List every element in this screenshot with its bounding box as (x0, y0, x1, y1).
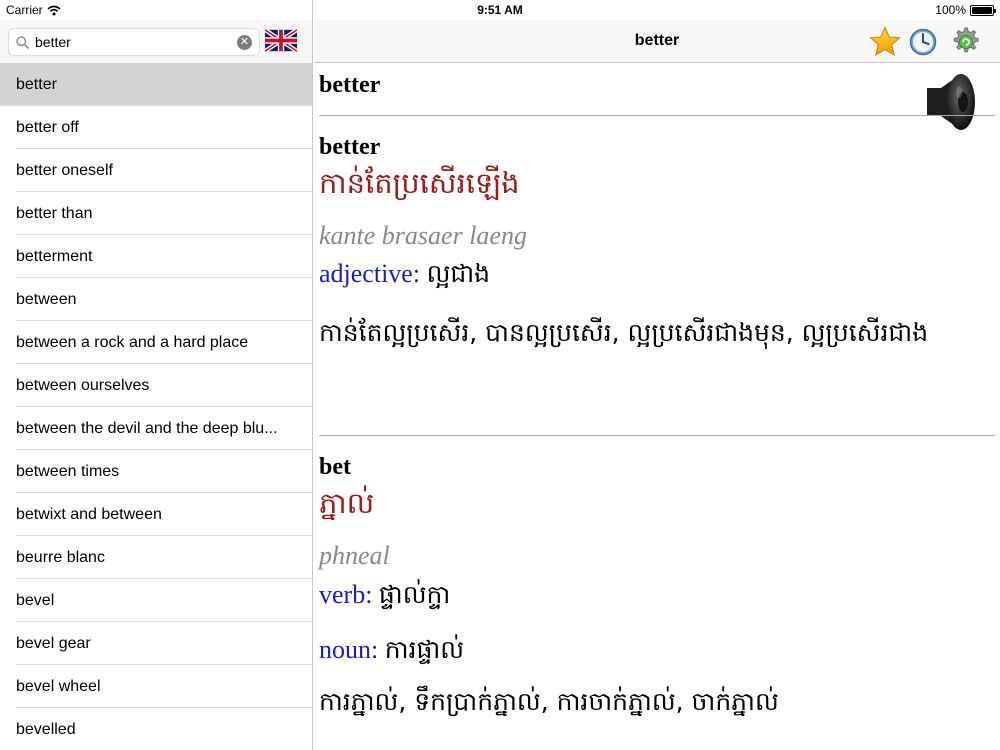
word-list-item[interactable]: beurre blanc (0, 536, 312, 579)
star-icon[interactable] (869, 26, 901, 58)
khmer-translation: ភ្នាល់ (319, 486, 375, 520)
word-list-item[interactable]: bevelled (0, 708, 312, 750)
battery-icon (970, 4, 996, 16)
speaker-icon[interactable] (921, 70, 979, 134)
navigation-bar: better (314, 20, 1000, 63)
status-bar: Carrier 9:51 AM 100% (0, 0, 1000, 20)
definition-view: better better កាន់តែប្រសើរឡើង kante bras… (319, 64, 995, 750)
search-field[interactable]: ✕ (8, 28, 260, 56)
sense-row: noun: ការផ្ទាល់ (319, 635, 464, 671)
status-time: 9:51 AM (477, 3, 523, 17)
sense-text: ការផ្ទាល់ (384, 635, 465, 664)
word-list-item[interactable]: bevel (0, 579, 312, 622)
word-list-item[interactable]: bevel wheel (0, 665, 312, 708)
word-list-item[interactable]: better than (0, 192, 312, 235)
synonyms: ការភ្នាល់, ទឹកប្រាក់ភ្នាល់, ការចាក់ភ្នាល… (319, 687, 779, 716)
uk-flag-icon[interactable] (265, 28, 297, 53)
khmer-translation: កាន់តែប្រសើរឡើង (319, 166, 520, 200)
part-of-speech: verb: (319, 580, 373, 609)
word-list-item[interactable]: between the devil and the deep blu... (0, 407, 312, 450)
part-of-speech: noun: (319, 635, 379, 664)
sense-text: ល្អជាង (426, 259, 491, 288)
history-clock-icon[interactable] (909, 28, 937, 56)
word-list-item[interactable]: better (0, 63, 312, 106)
word-list-item[interactable]: between times (0, 450, 312, 493)
definition-word: better (319, 134, 381, 160)
word-list-item[interactable]: better off (0, 106, 312, 149)
divider (319, 115, 995, 116)
divider (319, 435, 995, 436)
magnifier-icon (16, 36, 29, 49)
synonyms: កាន់តែល្អប្រសើរ, បានល្អប្រសើរ, ល្អប្រសើរ… (319, 318, 929, 347)
sense-text: ផ្ទាល់ក្ទា (378, 580, 451, 609)
entry-heading: better (319, 72, 381, 98)
sense-row: adjective: ល្អជាង (319, 259, 490, 295)
word-list-item[interactable]: between ourselves (0, 364, 312, 407)
transliteration: kante brasaer laeng (319, 221, 527, 250)
word-list-item[interactable]: betwixt and between (0, 493, 312, 536)
definition-word: bet (319, 454, 351, 480)
search-input[interactable] (35, 32, 235, 52)
battery-percent: 100% (935, 3, 966, 17)
settings-gear-icon[interactable] (948, 25, 982, 59)
word-list-item[interactable]: between (0, 278, 312, 321)
sense-row: verb: ផ្ទាល់ក្ទា (319, 580, 450, 616)
word-list-pane: ✕ betterbetter offbetter oneselfbetter t… (0, 0, 313, 750)
word-list-item[interactable]: better oneself (0, 149, 312, 192)
part-of-speech: adjective: (319, 259, 421, 288)
clear-icon[interactable]: ✕ (237, 35, 252, 50)
word-list-item[interactable]: between a rock and a hard place (0, 321, 312, 364)
word-list: better better off better oneself better tha… (0, 63, 312, 750)
transliteration: phneal (319, 541, 390, 570)
word-list-item[interactable]: bevel gear (0, 622, 312, 665)
word-list-item[interactable]: betterment (0, 235, 312, 278)
battery-status: 100% (935, 3, 996, 17)
